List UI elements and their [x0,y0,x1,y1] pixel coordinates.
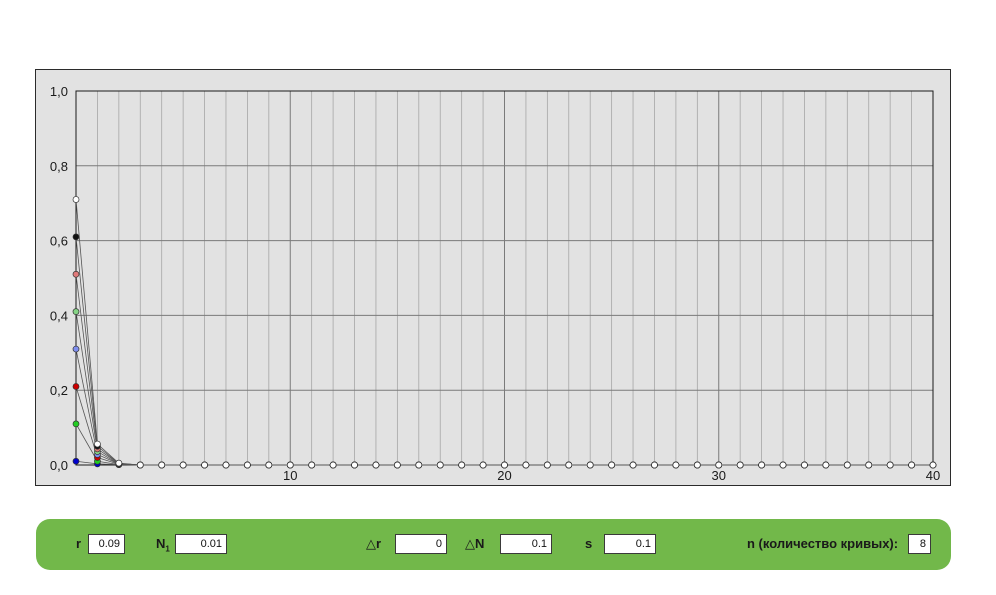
data-point [72,270,80,278]
data-point [522,461,530,469]
curve-count-input[interactable] [908,534,931,554]
data-point [565,461,573,469]
data-point [822,461,830,469]
r-input[interactable] [88,534,125,554]
data-point [843,461,851,469]
data-point [72,457,80,465]
data-point [651,461,658,469]
data-point [72,420,80,428]
chart-frame: 0,0 0,2 0,4 0,6 0,8 1,0 10 20 30 40 [35,69,951,486]
data-point [929,461,937,469]
data-point [286,461,294,469]
data-point [158,461,166,469]
data-point [136,461,144,469]
data-point [908,461,915,469]
x-tick-label: 40 [926,468,940,483]
n1-label-text: N [156,536,166,551]
data-point [608,461,615,469]
data-point [394,461,401,469]
data-point [501,461,508,469]
data-point [415,461,423,469]
s-label: s [585,536,593,551]
data-point [458,461,465,469]
delta-n-input[interactable] [500,534,552,554]
n1-label: N1 [156,536,170,554]
data-point [715,461,723,469]
y-tick-label: 0,4 [50,308,68,323]
data-point [72,383,80,390]
data-point [801,461,808,469]
delta-n-label: △N [465,536,484,552]
data-point [436,461,444,469]
data-point [351,461,358,469]
y-tick-label: 0,6 [50,234,68,249]
data-point [693,461,701,469]
data-point [265,461,273,469]
x-tick-label: 20 [497,468,511,483]
data-point [72,196,80,203]
x-tick-label: 30 [712,468,726,483]
data-point [544,461,551,469]
data-point [758,461,765,469]
data-point [94,440,101,448]
data-point [72,233,80,241]
y-tick-label: 0,8 [50,159,68,174]
delta-n-label-text: N [475,536,485,551]
y-tick-label: 1,0 [50,84,68,99]
n1-input[interactable] [175,534,227,554]
data-point [329,461,337,469]
data-point [308,461,316,469]
r-label: r [76,536,82,551]
data-point [72,345,80,353]
delta-icon: △ [465,536,475,551]
data-point [865,461,873,469]
data-point [179,461,187,469]
data-point [779,461,787,469]
data-point [629,461,637,469]
s-input[interactable] [604,534,656,554]
x-tick-label: 10 [283,468,297,483]
data-point [479,461,487,469]
data-point [222,461,230,469]
chart-plot: 0,0 0,2 0,4 0,6 0,8 1,0 10 20 30 40 [50,84,940,483]
data-point [244,461,251,469]
data-point [115,459,123,467]
data-point [372,461,380,469]
delta-r-input[interactable] [395,534,447,554]
control-panel: r N1 △r △N s n (количество кривых): [36,519,951,570]
y-tick-label: 0,2 [50,383,68,398]
data-point [201,461,208,469]
y-tick-label: 0,0 [50,458,68,473]
n1-label-subscript: 1 [165,544,170,554]
data-point [672,461,680,469]
data-point [72,308,80,316]
data-point [736,461,744,469]
curve-count-label: n (количество кривых): [747,536,899,551]
delta-r-label-text: r [376,536,382,551]
data-point [586,461,594,469]
delta-icon: △ [366,536,376,551]
delta-r-label: △r [366,536,381,552]
data-point [886,461,894,469]
